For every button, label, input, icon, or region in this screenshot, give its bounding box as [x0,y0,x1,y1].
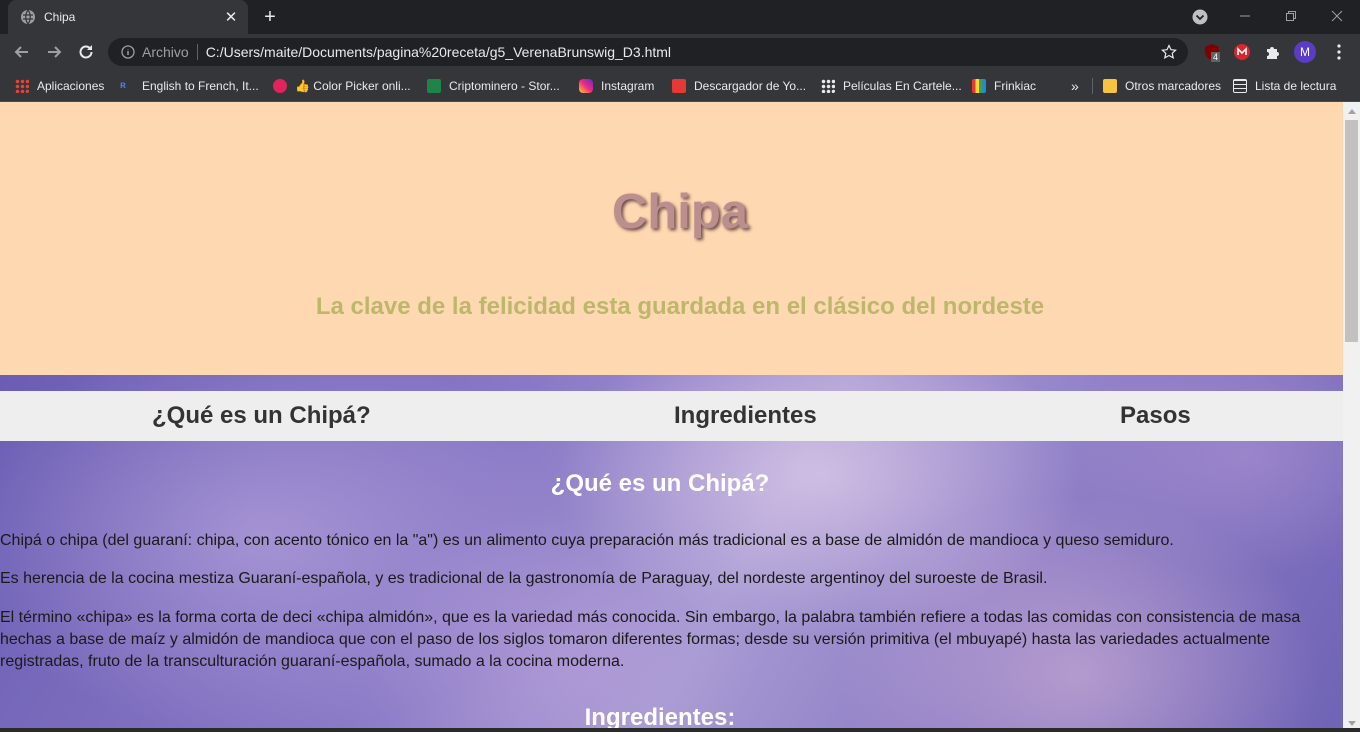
dots-icon [821,78,835,93]
bookmark-label: Descargador de Yo... [694,78,807,93]
bookmark-instagram[interactable]: Instagram [579,70,654,101]
frinkiac-icon [972,78,986,93]
window-bottom-edge [0,728,1360,732]
paragraph: Es herencia de la cocina mestiza Guaraní… [0,570,1048,587]
instagram-icon [579,78,593,93]
bookmark-label: Instagram [601,78,655,93]
reverso-icon: ʀ [120,79,126,91]
bookmark-label: Criptominero - Stor... [449,78,560,93]
bookmark-peliculas[interactable]: Películas En Cartele... [821,70,962,101]
browser-tab[interactable]: Chipa ✕ [8,0,248,34]
tab-strip: Chipa ✕ + [0,0,1360,34]
page-viewport: Chipa La clave de la felicidad esta guar… [0,102,1343,732]
bookmarks-divider [1092,70,1093,101]
section-navbar: ¿Qué es un Chipá? Ingredientes Pasos [0,391,1343,441]
paragraph: El término «chipa» es la forma corta de … [0,609,1301,670]
extensions-button[interactable] [1262,41,1284,63]
menu-button[interactable] [1328,41,1350,63]
tab-search-button[interactable] [1190,7,1210,27]
nav-que-es[interactable]: ¿Qué es un Chipá? [152,391,371,441]
bookmarks-overflow-button[interactable]: » [1071,70,1079,101]
tab-title: Chipa [44,10,76,24]
bookmark-label: Lista de lectura [1255,78,1337,93]
close-tab-icon[interactable]: ✕ [222,8,240,26]
nav-ingredientes[interactable]: Ingredientes [674,391,817,441]
page-scrollbar[interactable] [1343,102,1360,732]
nav-pasos[interactable]: Pasos [1120,391,1191,441]
bookmark-frinkiac[interactable]: Frinkiac [972,70,1036,101]
bookmark-otros-marcadores[interactable]: Otros marcadores [1103,70,1221,101]
address-bar[interactable]: Archivo C:/Users/maite/Documents/pagina%… [108,38,1188,66]
browser-toolbar: Archivo C:/Users/maite/Documents/pagina%… [0,34,1360,70]
bookmarks-bar: Aplicaciones ʀ English to French, It... … [0,70,1360,102]
bookmark-label: English to French, It... [142,78,259,93]
minimize-button[interactable] [1222,0,1268,32]
restore-button[interactable] [1268,0,1314,32]
section-title-que-es: ¿Qué es un Chipá? [550,470,770,497]
apps-grid-icon [15,78,29,93]
close-window-button[interactable] [1314,0,1360,32]
page-subtitle: La clave de la felicidad esta guardada e… [315,293,1045,320]
arrow-right-icon [48,46,62,58]
bookmark-label: Otros marcadores [1125,78,1222,93]
address-url[interactable]: C:/Users/maite/Documents/pagina%20receta… [206,44,1160,60]
bookmark-label: Películas En Cartele... [843,78,962,93]
paragraph: Chipá o chipa (del guaraní: chipa, con a… [0,532,1174,549]
profile-avatar[interactable]: M [1294,41,1316,63]
reload-icon [79,45,93,59]
profile-initial: M [1300,45,1310,59]
new-tab-button[interactable]: + [258,6,282,28]
bookmark-label: 👍 Color Picker onli... [295,78,411,93]
bookmark-aplicaciones[interactable]: Aplicaciones [15,70,104,101]
bookmark-label: Frinkiac [994,78,1037,93]
criptominero-icon [427,78,441,93]
ext-badge: 4 [1211,52,1221,62]
ublock-extension[interactable]: 4 [1201,41,1223,63]
mega-icon [1234,44,1250,60]
bookmark-criptominero[interactable]: Criptominero - Stor... [427,70,560,101]
back-button[interactable] [9,39,35,65]
reading-list-button[interactable]: Lista de lectura [1233,70,1336,101]
folder-icon [1103,78,1117,93]
puzzle-icon [1267,47,1279,59]
bookmark-color-picker[interactable]: 👍 Color Picker onli... [273,70,411,101]
hero-header: Chipa La clave de la felicidad esta guar… [0,102,1343,375]
address-separator [196,44,198,60]
arrow-left-icon [14,46,28,58]
download-icon [672,78,686,93]
chevron-down-icon [1192,9,1208,25]
mega-extension[interactable] [1231,41,1253,63]
bookmark-star-icon[interactable] [1160,43,1178,61]
info-icon[interactable] [120,44,136,60]
scroll-up-icon[interactable] [1343,102,1360,119]
forward-button[interactable] [41,39,67,65]
address-scheme: Archivo [142,44,189,60]
scrollbar-thumb[interactable] [1345,120,1358,342]
bookmark-label: Aplicaciones [37,78,105,93]
globe-icon [20,9,36,25]
color-picker-icon [273,78,287,93]
bookmark-descargador[interactable]: Descargador de Yo... [672,70,806,101]
reload-button[interactable] [73,39,99,65]
reading-list-icon [1233,78,1247,93]
page-title: Chipa [611,185,749,239]
kebab-menu-icon [1337,44,1341,60]
bookmark-reverso[interactable]: ʀ English to French, It... [120,70,259,101]
